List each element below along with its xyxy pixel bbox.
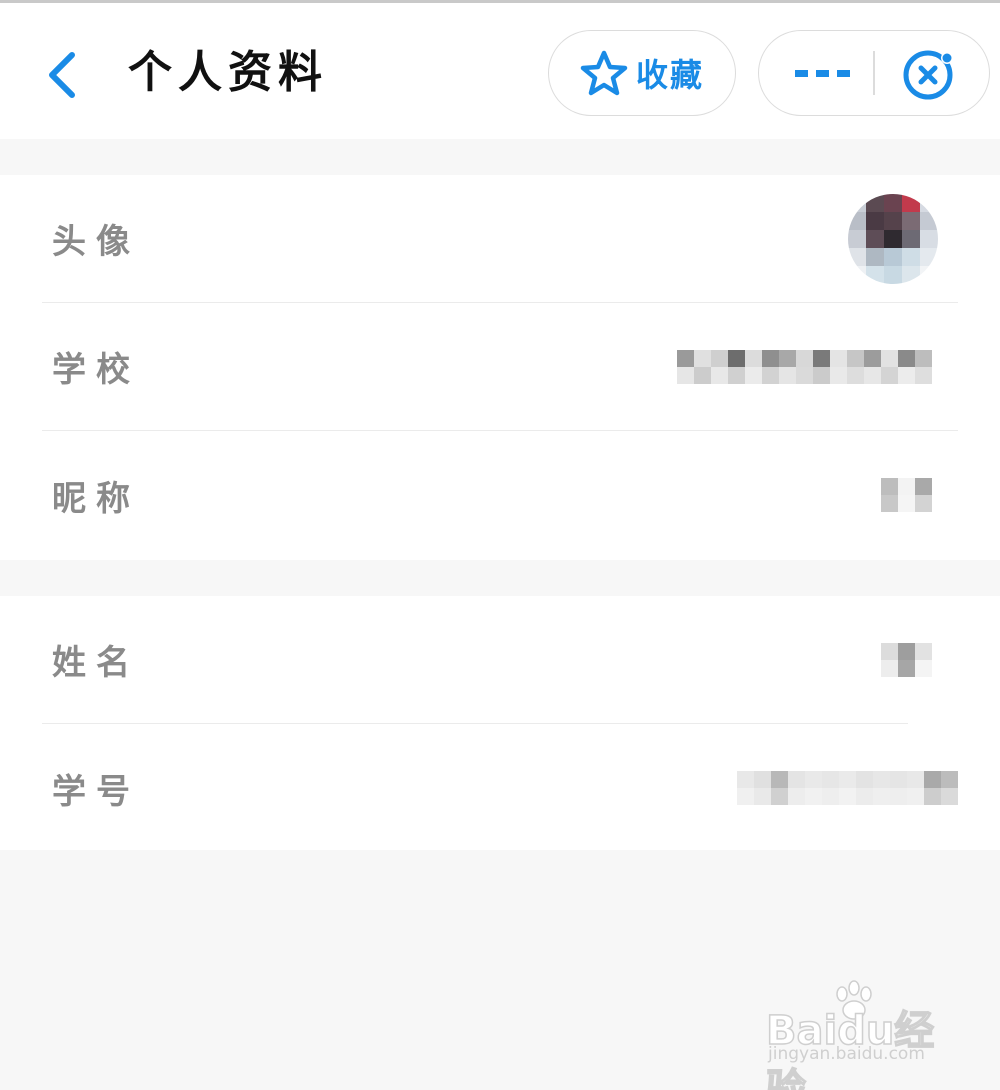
student-id-value-blurred	[737, 724, 958, 852]
nickname-value-blurred	[881, 431, 932, 559]
name-label: 姓名	[52, 643, 140, 683]
chevron-left-icon	[49, 52, 75, 98]
school-label: 学校	[52, 350, 140, 390]
page-title: 个人资料	[128, 47, 328, 98]
student-section: 姓名 学号	[0, 596, 1000, 850]
more-button[interactable]	[779, 51, 867, 95]
student-id-label: 学号	[52, 771, 140, 812]
baidu-jingyan-watermark: Baidu经验 jingyan.baidu.com	[765, 980, 966, 1090]
profile-section: 头像 学校 昵称	[0, 175, 1000, 560]
close-mini-program-button[interactable]	[899, 45, 959, 103]
capsule-divider	[873, 51, 875, 95]
school-row[interactable]: 学校	[42, 303, 958, 431]
student-id-row[interactable]: 学号	[42, 724, 958, 852]
name-value-blurred	[881, 596, 932, 723]
favorite-button[interactable]: 收藏	[548, 30, 736, 116]
more-dots-icon	[795, 70, 850, 77]
mini-program-close-icon	[903, 50, 953, 100]
school-value-blurred	[677, 303, 932, 430]
nickname-label: 昵称	[52, 478, 140, 519]
star-outline-icon	[580, 50, 628, 96]
back-button[interactable]	[40, 49, 84, 101]
avatar-label: 头像	[52, 222, 140, 262]
mini-program-capsule	[758, 30, 990, 116]
favorite-label: 收藏	[635, 56, 704, 94]
avatar-row[interactable]: 头像	[42, 175, 958, 303]
watermark-url: jingyan.baidu.com	[768, 1044, 925, 1064]
name-row[interactable]: 姓名	[42, 596, 932, 724]
nav-header: 个人资料 收藏	[0, 3, 1000, 139]
avatar	[848, 193, 938, 284]
nickname-row[interactable]: 昵称	[42, 431, 958, 559]
